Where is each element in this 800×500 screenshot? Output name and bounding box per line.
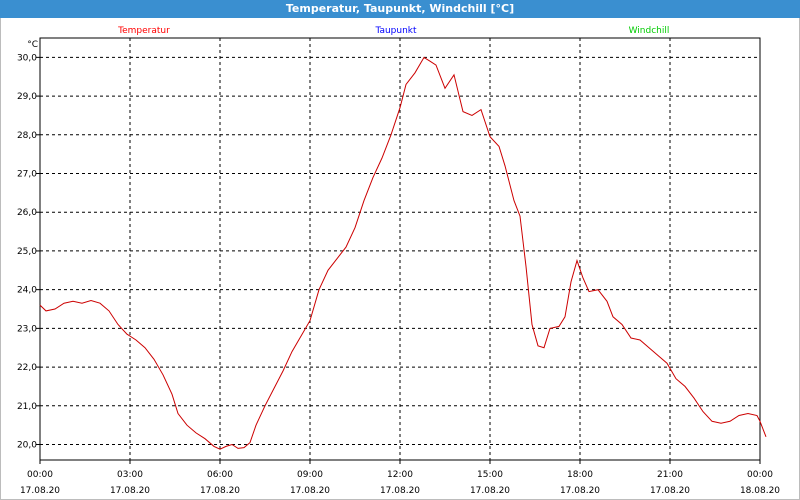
- x-tick-date-label: 17.08.20: [290, 486, 330, 496]
- legend-item-windchill: Windchill: [629, 26, 670, 36]
- x-tick-time-label: 03:00: [117, 470, 143, 480]
- x-tick-date-label: 17.08.20: [20, 486, 60, 496]
- legend-item-temperatur: Temperatur: [117, 26, 170, 36]
- y-tick-label: 23,0: [17, 324, 37, 334]
- x-tick-time-label: 18:00: [567, 470, 593, 480]
- y-tick-label: 27,0: [17, 170, 37, 180]
- x-tick-date-label: 18.08.20: [740, 486, 780, 496]
- line-chart: 20,0 21,0 22,0 23,0 24,0 25,0 26,0 27,0 28,0 29,0…: [17, 26, 780, 496]
- y-tick-label: 25,0: [17, 247, 37, 257]
- series-line-temperatur: [39, 56, 767, 450]
- x-tick-date-label: 17.08.20: [470, 486, 510, 496]
- x-tick-time-label: 00:00: [747, 470, 773, 480]
- y-axis-unit-label: °C: [27, 40, 38, 50]
- y-tick-label: 26,0: [17, 208, 37, 218]
- x-tick-time-label: 15:00: [477, 470, 503, 480]
- y-tick-label: 24,0: [17, 286, 37, 296]
- y-tick-label: 29,0: [17, 92, 37, 102]
- x-tick-time-label: 12:00: [387, 470, 413, 480]
- x-tick-date-label: 17.08.20: [380, 486, 420, 496]
- x-tick-time-label: 00:00: [27, 470, 53, 480]
- x-tick-date-label: 17.08.20: [560, 486, 600, 496]
- y-tick-label: 30,0: [17, 53, 37, 63]
- y-axis-ticks: 20,0 21,0 22,0 23,0 24,0 25,0 26,0 27,0 28,0 29,0…: [17, 53, 40, 451]
- legend-item-taupunkt: Taupunkt: [374, 26, 417, 36]
- x-tick-date-label: 17.08.20: [650, 486, 690, 496]
- x-axis-ticks: 00:00 17.08.20 03:00 17.08.20 06:00 17.08.20 0…: [20, 460, 780, 496]
- x-tick-date-label: 17.08.20: [200, 486, 240, 496]
- y-tick-label: 28,0: [17, 131, 37, 141]
- legend: Temperatur Taupunkt Windchill: [117, 26, 669, 36]
- x-tick-time-label: 09:00: [297, 470, 323, 480]
- y-tick-label: 20,0: [17, 441, 37, 451]
- x-tick-date-label: 17.08.20: [110, 486, 150, 496]
- y-tick-label: 22,0: [17, 363, 37, 373]
- x-tick-time-label: 21:00: [657, 470, 683, 480]
- grid-lines: [40, 38, 760, 460]
- y-tick-label: 21,0: [17, 402, 37, 412]
- x-tick-time-label: 06:00: [207, 470, 233, 480]
- series-lines: [39, 56, 767, 450]
